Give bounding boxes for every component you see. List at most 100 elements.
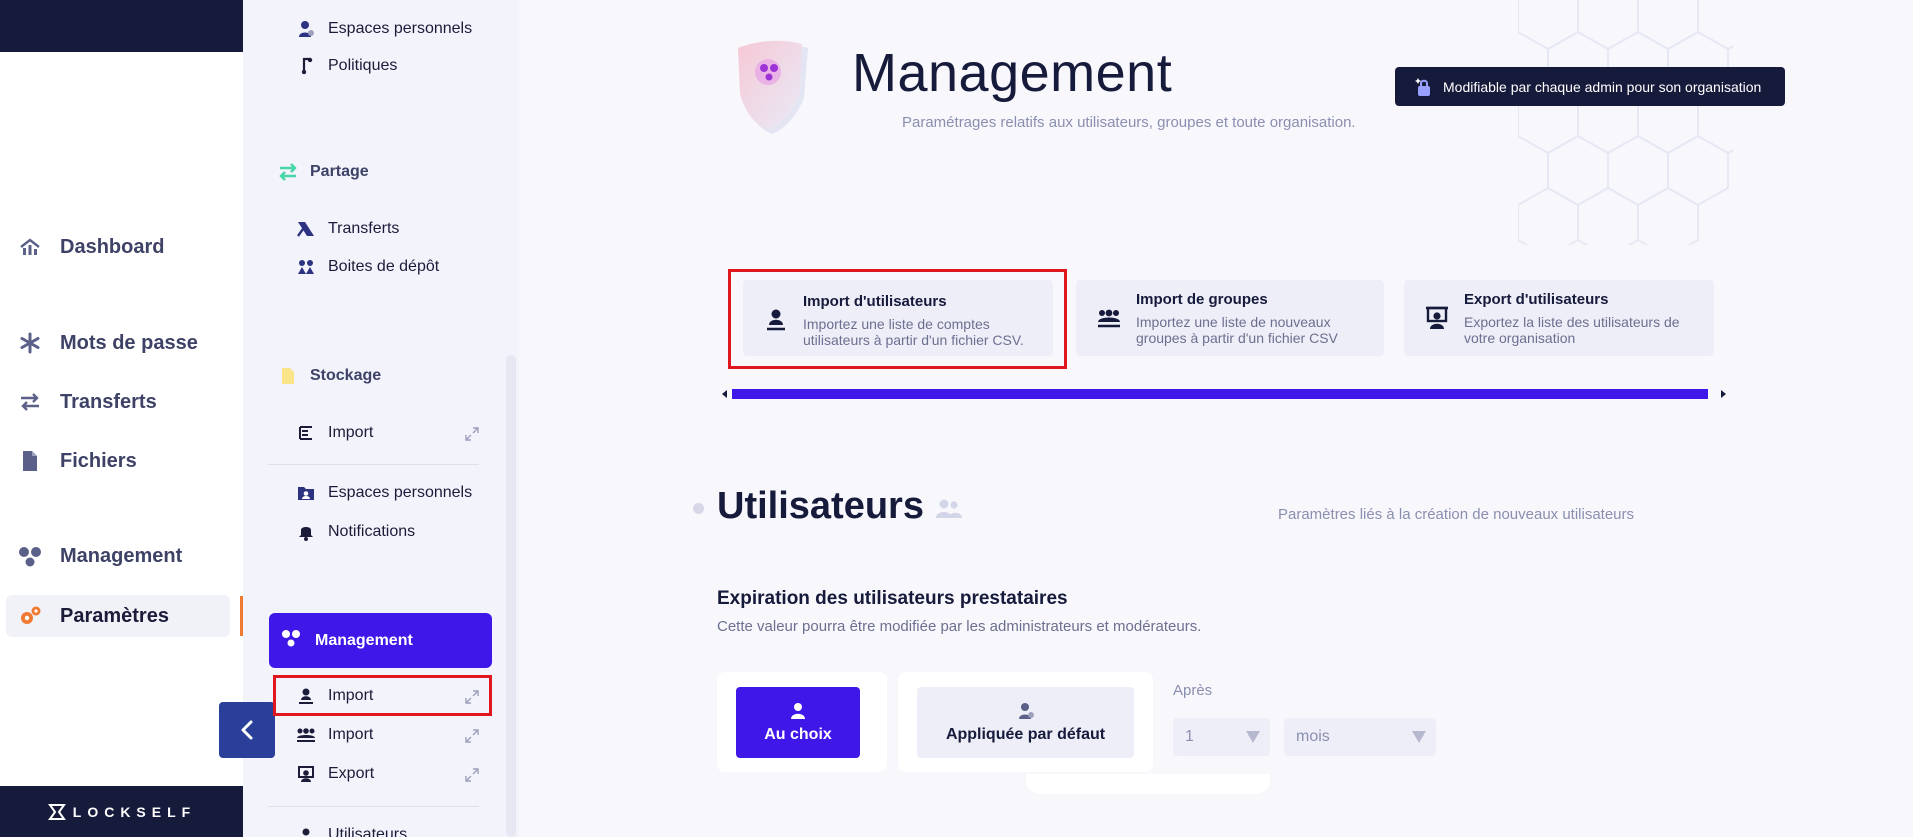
admin-scope-text: Modifiable par chaque admin pour son org… bbox=[1443, 78, 1762, 95]
users-icon bbox=[296, 825, 316, 837]
export-user-icon bbox=[296, 764, 316, 784]
sidebar-section-storage: Stockage bbox=[278, 366, 381, 386]
sidebar-item-export-users[interactable]: Export bbox=[296, 761, 374, 787]
nav-passwords-label: Mots de passe bbox=[60, 331, 198, 354]
sidebar-item-label: Espaces personnels bbox=[328, 484, 473, 501]
nav-dashboard[interactable]: Dashboard bbox=[6, 226, 230, 268]
sidebar-item-label: Notifications bbox=[328, 523, 416, 540]
section-subtitle: Paramètres liés à la création de nouveau… bbox=[1278, 506, 1635, 523]
admin-scope-badge: Modifiable par chaque admin pour son org… bbox=[1395, 67, 1785, 106]
sidebar-section-label: Stockage bbox=[310, 367, 382, 384]
lockself-logo-icon bbox=[47, 803, 66, 820]
lock-sparkle-icon bbox=[1415, 77, 1430, 96]
sidebar-item-label: Transferts bbox=[328, 220, 400, 237]
page-subtitle: Paramétrages relatifs aux utilisateurs, … bbox=[902, 114, 1356, 131]
nav-passwords[interactable]: Mots de passe bbox=[6, 322, 230, 364]
expand-icon[interactable] bbox=[465, 768, 479, 782]
dropdown-arrow-icon bbox=[1246, 731, 1260, 743]
bell-icon bbox=[296, 522, 316, 542]
sidebar-item-transfers[interactable]: Transferts bbox=[296, 216, 399, 242]
card-description: Exportez la liste des utilisateurs de vo… bbox=[1464, 313, 1680, 346]
card-description: Importez une liste de nouveaux groupes à… bbox=[1136, 313, 1338, 346]
sidebar-item-policies[interactable]: Politiques bbox=[296, 53, 397, 79]
sidebar-item-notifications[interactable]: Notifications bbox=[296, 519, 415, 545]
sidebar-item-label: Espaces personnels bbox=[328, 20, 473, 37]
collapse-sidebar-button[interactable] bbox=[219, 702, 275, 758]
dashboard-icon bbox=[18, 235, 42, 259]
import-group-icon bbox=[1096, 305, 1122, 331]
sidebar-item-label: Import bbox=[328, 726, 374, 743]
expand-icon[interactable] bbox=[465, 729, 479, 743]
user-icon bbox=[791, 702, 805, 719]
option-au-choix-button[interactable]: Au choix bbox=[736, 687, 860, 758]
section-marker bbox=[693, 503, 704, 514]
nav-settings-label: Paramètres bbox=[60, 604, 169, 627]
main-rail: Dashboard Mots de passe Transferts Fichi… bbox=[0, 0, 243, 837]
dropdown-arrow-icon bbox=[1412, 731, 1426, 743]
sidebar-item-storage-import[interactable]: Import bbox=[296, 420, 373, 446]
duration-number-value: 1 bbox=[1185, 728, 1194, 745]
scroll-left-icon[interactable] bbox=[722, 390, 728, 398]
sidebar-item-users[interactable]: Utilisateurs bbox=[296, 822, 407, 837]
transfer-arrows-icon bbox=[18, 390, 42, 414]
hexagon-pattern bbox=[1518, 0, 1733, 245]
duration-number-select[interactable]: 1 bbox=[1173, 718, 1270, 756]
nav-transfers[interactable]: Transferts bbox=[6, 381, 230, 423]
file-icon bbox=[18, 449, 42, 473]
duration-unit-value: mois bbox=[1296, 728, 1330, 745]
sidebar-divider bbox=[268, 806, 479, 807]
sidebar-item-label: Import bbox=[328, 424, 374, 441]
card-import-groups[interactable]: Import de groupes Importez une liste de … bbox=[1076, 280, 1384, 356]
folder-user-icon bbox=[296, 483, 316, 503]
user-default-icon bbox=[1018, 702, 1034, 719]
sidebar-item-dropboxes[interactable]: Boites de dépôt bbox=[296, 254, 439, 280]
sidebar-scrollbar[interactable] bbox=[506, 355, 516, 837]
sidebar-item-storage-personal-spaces[interactable]: Espaces personnels bbox=[296, 480, 472, 506]
sidebar-item-label: Boites de dépôt bbox=[328, 258, 440, 275]
gears-icon bbox=[18, 604, 42, 628]
policy-icon bbox=[296, 56, 316, 76]
sidebar-item-label: Utilisateurs bbox=[328, 826, 408, 837]
expand-icon[interactable] bbox=[465, 427, 479, 441]
panel-tab bbox=[1026, 774, 1270, 794]
card-export-users[interactable]: Export d'utilisateurs Exportez la liste … bbox=[1404, 280, 1714, 356]
duration-unit-select[interactable]: mois bbox=[1284, 718, 1436, 756]
sidebar-section-label: Management bbox=[315, 631, 413, 649]
setting-title: Expiration des utilisateurs prestataires bbox=[717, 588, 1068, 609]
asterisk-icon bbox=[18, 331, 42, 355]
setting-description: Cette valeur pourra être modifiée par le… bbox=[717, 618, 1202, 635]
nav-transfers-label: Transferts bbox=[60, 390, 157, 413]
nav-dashboard-label: Dashboard bbox=[60, 235, 165, 258]
sidebar-item-import-groups[interactable]: Import bbox=[296, 722, 373, 748]
highlight-box bbox=[273, 675, 492, 716]
sidebar-section-sharing: Partage bbox=[278, 162, 369, 182]
user-space-icon bbox=[296, 19, 316, 39]
page-title: Management bbox=[852, 43, 1173, 103]
section-title: Utilisateurs bbox=[717, 485, 924, 527]
sidebar-item-label: Export bbox=[328, 765, 375, 782]
sidebar-section-management[interactable]: Management bbox=[269, 613, 492, 668]
transfer-icon bbox=[296, 219, 316, 239]
nav-files-label: Fichiers bbox=[60, 449, 137, 472]
nav-files[interactable]: Fichiers bbox=[6, 440, 230, 482]
scroll-right-icon[interactable] bbox=[1720, 390, 1726, 398]
nav-management-label: Management bbox=[60, 544, 183, 567]
brand-footer: LOCKSELF bbox=[0, 786, 243, 837]
card-title: Import de groupes bbox=[1136, 290, 1268, 308]
management-dots-icon bbox=[281, 629, 301, 652]
highlight-box bbox=[728, 269, 1067, 369]
nav-settings[interactable]: Paramètres bbox=[6, 595, 230, 637]
after-label: Après bbox=[1173, 682, 1213, 699]
sidebar-divider bbox=[268, 464, 479, 465]
option-default-button[interactable]: Appliquée par défaut bbox=[917, 687, 1134, 758]
scrollbar-thumb[interactable] bbox=[732, 389, 1708, 399]
brand-name: LOCKSELF bbox=[72, 803, 197, 820]
option-label: Au choix bbox=[764, 725, 832, 743]
cards-scrollbar[interactable] bbox=[722, 388, 1728, 400]
sidebar-item-personal-spaces[interactable]: Espaces personnels bbox=[296, 16, 472, 42]
management-shield-icon bbox=[738, 40, 808, 134]
storage-file-icon bbox=[278, 366, 298, 386]
dropbox-icon bbox=[296, 257, 316, 277]
sidebar-item-label: Politiques bbox=[328, 57, 398, 74]
nav-management[interactable]: Management bbox=[6, 535, 230, 577]
